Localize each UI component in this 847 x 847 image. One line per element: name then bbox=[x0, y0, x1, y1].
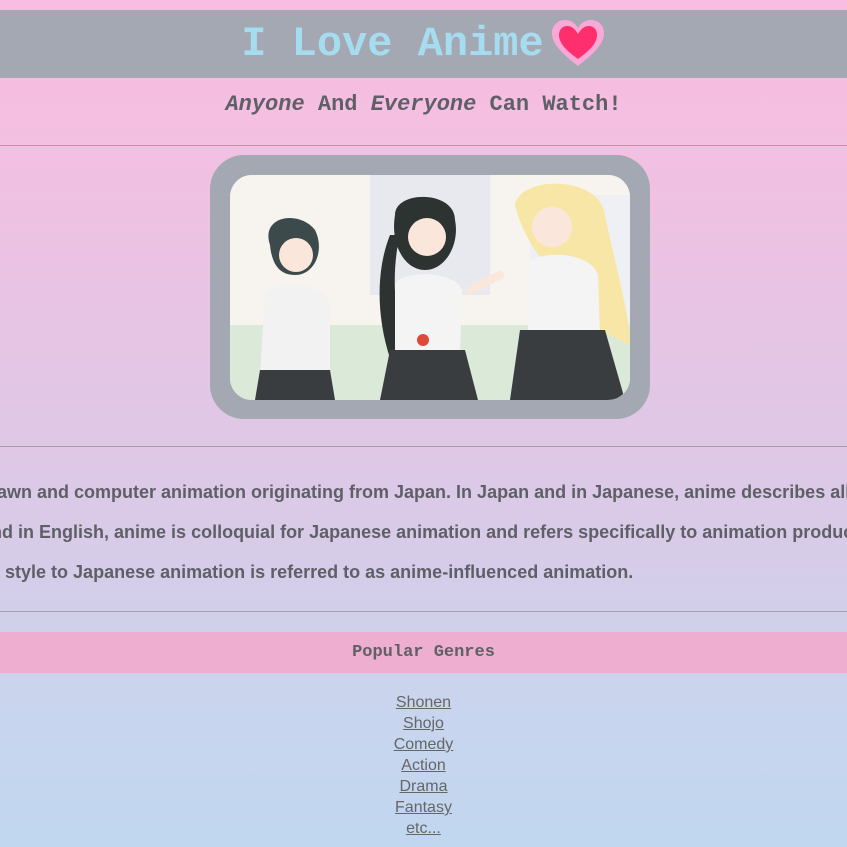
genre-list: Shonen Shojo Comedy Action Drama Fantasy… bbox=[0, 692, 847, 839]
top-strip bbox=[0, 0, 847, 10]
image-frame bbox=[210, 155, 650, 419]
genre-link-etc[interactable]: etc... bbox=[0, 818, 847, 839]
genre-link-shojo[interactable]: Shojo bbox=[0, 713, 847, 734]
tagline-can-watch: Can Watch! bbox=[489, 92, 622, 117]
description: Anime is hand-drawn and computer animati… bbox=[0, 476, 847, 596]
description-line-3: Animation similar in style to Japanese a… bbox=[0, 562, 634, 582]
tagline-and: And bbox=[317, 92, 358, 117]
genre-link-drama[interactable]: Drama bbox=[0, 776, 847, 797]
site-title: I Love Anime bbox=[241, 20, 544, 68]
genre-link-comedy[interactable]: Comedy bbox=[0, 734, 847, 755]
tagline-anyone: Anyone bbox=[225, 92, 305, 117]
genres-heading: Popular Genres bbox=[352, 643, 495, 662]
divider bbox=[0, 611, 847, 612]
tagline-everyone: Everyone bbox=[370, 92, 477, 117]
tagline: Anyone And Everyone Can Watch! bbox=[0, 92, 847, 117]
genre-link-shonen[interactable]: Shonen bbox=[0, 692, 847, 713]
genre-link-action[interactable]: Action bbox=[0, 755, 847, 776]
genre-link-fantasy[interactable]: Fantasy bbox=[0, 797, 847, 818]
anime-illustration bbox=[230, 175, 630, 400]
divider bbox=[0, 446, 847, 447]
heart-icon bbox=[551, 20, 604, 66]
divider bbox=[0, 145, 847, 146]
description-line-2: Outside of Japan and in English, anime i… bbox=[0, 522, 847, 542]
site-header: I Love Anime bbox=[0, 10, 847, 78]
description-line-1: Anime is hand-drawn and computer animati… bbox=[0, 482, 847, 502]
genres-heading-bar: Popular Genres bbox=[0, 632, 847, 673]
